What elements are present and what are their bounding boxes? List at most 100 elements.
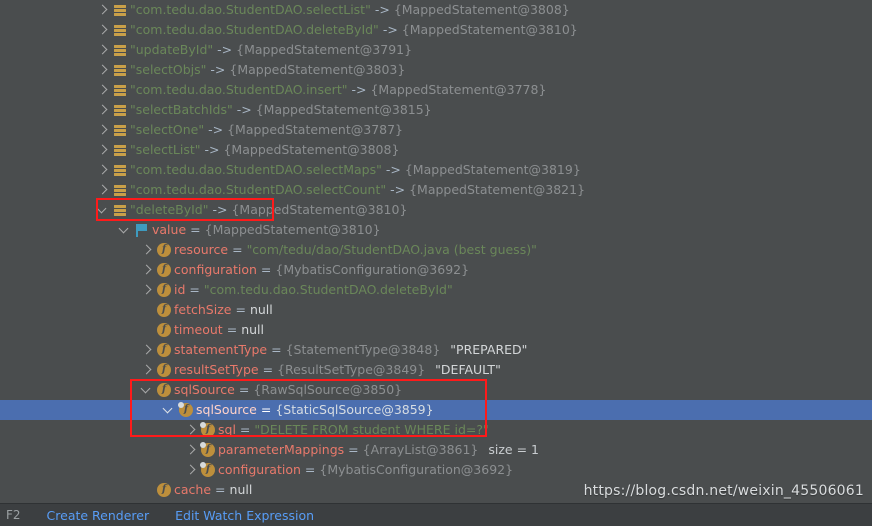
tree-row[interactable]: "selectObjs" -> {MappedStatement@3803} xyxy=(0,60,872,80)
field-icon-highlighted: f xyxy=(199,460,218,480)
tree-row[interactable]: "updateById" -> {MappedStatement@3791} xyxy=(0,40,872,60)
tree-row-name: sqlSource xyxy=(196,402,257,417)
field-icon: f xyxy=(155,360,174,380)
tree-row-operator: -> xyxy=(217,42,233,57)
tree-row-value: {MappedStatement@3778} xyxy=(370,82,547,97)
tree-row-operator: = xyxy=(271,342,282,357)
indent-spacer xyxy=(0,120,96,140)
chevron-right-icon[interactable] xyxy=(96,100,111,120)
indent-spacer xyxy=(0,220,118,240)
tree-row-operator: = xyxy=(235,302,246,317)
edit-watch-expression-action[interactable]: Edit Watch Expression xyxy=(175,508,314,523)
chevron-right-icon[interactable] xyxy=(140,280,155,300)
chevron-right-icon[interactable] xyxy=(184,460,199,480)
tree-row-value: null xyxy=(229,482,253,497)
tree-row[interactable]: f sqlSource = {StaticSqlSource@3859} xyxy=(0,400,872,420)
chevron-down-icon[interactable] xyxy=(140,380,155,400)
tree-row[interactable]: f sqlSource = {RawSqlSource@3850} xyxy=(0,380,872,400)
map-entry-icon xyxy=(111,200,130,220)
indent-spacer xyxy=(0,260,140,280)
chevron-right-icon[interactable] xyxy=(184,420,199,440)
chevron-right-icon[interactable] xyxy=(140,260,155,280)
tree-row-operator: -> xyxy=(351,82,367,97)
chevron-right-icon[interactable] xyxy=(96,60,111,80)
tree-row[interactable]: "selectOne" -> {MappedStatement@3787} xyxy=(0,120,872,140)
tree-row[interactable]: f sql = "DELETE FROM student WHERE id=?" xyxy=(0,420,872,440)
tree-row[interactable]: f fetchSize = null xyxy=(0,300,872,320)
field-icon-highlighted: f xyxy=(199,440,218,460)
indent-spacer xyxy=(0,460,184,480)
tree-row-name: statementType xyxy=(174,342,268,357)
chevron-right-icon[interactable] xyxy=(96,40,111,60)
chevron-down-icon[interactable] xyxy=(118,220,133,240)
chevron-right-icon[interactable] xyxy=(96,20,111,40)
indent-spacer xyxy=(0,380,140,400)
tree-row[interactable]: f resource = "com/tedu/dao/StudentDAO.java … xyxy=(0,240,872,260)
tree-row[interactable]: f configuration = {MybatisConfiguration@369… xyxy=(0,260,872,280)
map-entry-icon xyxy=(111,80,130,100)
map-entry-icon xyxy=(111,120,130,140)
field-icon: f xyxy=(155,380,174,400)
field-icon: f xyxy=(155,240,174,260)
tree-row-operator: = xyxy=(226,322,238,337)
tree-row-value: {MybatisConfiguration@3692} xyxy=(319,462,514,477)
tree-row-name: configuration xyxy=(218,462,301,477)
map-entry-icon xyxy=(111,160,130,180)
tree-row[interactable]: "deleteById" -> {MappedStatement@3810} xyxy=(0,200,872,220)
tree-row[interactable]: "com.tedu.dao.StudentDAO.selectCount" ->{… xyxy=(0,180,872,200)
tree-row-operator: -> xyxy=(212,202,228,217)
indent-spacer xyxy=(0,200,96,220)
chevron-right-icon[interactable] xyxy=(140,240,155,260)
chevron-right-icon[interactable] xyxy=(140,360,155,380)
tree-row-name: id xyxy=(174,282,186,297)
tree-row-value: "com.tedu.dao.StudentDAO.deleteById" xyxy=(203,282,453,297)
chevron-down-icon[interactable] xyxy=(96,200,111,220)
tree-row[interactable]: f resultSetType = {ResultSetType@3849} "DEFA… xyxy=(0,360,872,380)
tree-row-name: "com.tedu.dao.StudentDAO.selectMaps" xyxy=(130,162,382,177)
tree-row-name: "com.tedu.dao.StudentDAO.selectCount" xyxy=(130,182,387,197)
chevron-right-icon[interactable] xyxy=(184,440,199,460)
chevron-right-icon[interactable] xyxy=(96,160,111,180)
tree-row[interactable]: f configuration = {MybatisConfiguration@369… xyxy=(0,460,872,480)
chevron-down-icon[interactable] xyxy=(162,400,177,420)
tree-row-name: value xyxy=(152,222,187,237)
tree-row[interactable]: f parameterMappings = {ArrayList@3861} size … xyxy=(0,440,872,460)
tree-row-value: {MappedStatement@3791} xyxy=(236,42,413,57)
tree-row-name: "com.tedu.dao.StudentDAO.selectList" xyxy=(130,2,371,17)
indent-spacer xyxy=(0,280,140,300)
tree-row[interactable]: "com.tedu.dao.StudentDAO.insert" -> {Mappe… xyxy=(0,80,872,100)
tree-row-value: {MappedStatement@3810} xyxy=(231,202,408,217)
tree-row-operator: -> xyxy=(374,2,390,17)
tree-row-value: {MappedStatement@3815} xyxy=(255,102,432,117)
field-icon: f xyxy=(155,260,174,280)
tree-row-name: sqlSource xyxy=(174,382,235,397)
tree-row-name: "selectBatchIds" xyxy=(130,102,233,117)
chevron-right-icon[interactable] xyxy=(96,0,111,20)
chevron-right-icon[interactable] xyxy=(96,140,111,160)
tree-row[interactable]: f id = "com.tedu.dao.StudentDAO.deleteById" xyxy=(0,280,872,300)
tree-row-name: "selectList" xyxy=(130,142,201,157)
tree-row[interactable]: "selectBatchIds" -> {MappedStatement@3815} xyxy=(0,100,872,120)
chevron-right-icon[interactable] xyxy=(96,80,111,100)
tree-row[interactable]: "com.tedu.dao.StudentDAO.deleteById" -> {M… xyxy=(0,20,872,40)
tree-row-value: {MybatisConfiguration@3692} xyxy=(275,262,470,277)
chevron-right-icon[interactable] xyxy=(96,180,111,200)
tree-row[interactable]: "com.tedu.dao.StudentDAO.selectMaps" -> {M… xyxy=(0,160,872,180)
tree-row-value: {MappedStatement@3803} xyxy=(229,62,406,77)
tree-row[interactable]: f statementType = {StatementType@3848} "PREP… xyxy=(0,340,872,360)
tree-row-value: "com/tedu/dao/StudentDAO.java (best gues… xyxy=(246,242,537,257)
chevron-right-icon[interactable] xyxy=(140,340,155,360)
field-icon: f xyxy=(155,480,174,500)
indent-spacer xyxy=(0,480,140,500)
tree-row[interactable]: "com.tedu.dao.StudentDAO.selectList" -> {M… xyxy=(0,0,872,20)
indent-spacer xyxy=(0,440,184,460)
tree-row[interactable]: value = {MappedStatement@3810} xyxy=(0,220,872,240)
chevron-right-icon[interactable] xyxy=(96,120,111,140)
create-renderer-action[interactable]: Create Renderer xyxy=(47,508,150,523)
indent-spacer xyxy=(0,240,140,260)
tree-row[interactable]: "selectList" -> {MappedStatement@3808} xyxy=(0,140,872,160)
tree-row[interactable]: f timeout = null xyxy=(0,320,872,340)
indent-spacer xyxy=(0,80,96,100)
tree-row-value: {ArrayList@3861} xyxy=(362,442,479,457)
variables-tree[interactable]: "com.tedu.dao.StudentDAO.selectList" -> {M… xyxy=(0,0,872,504)
